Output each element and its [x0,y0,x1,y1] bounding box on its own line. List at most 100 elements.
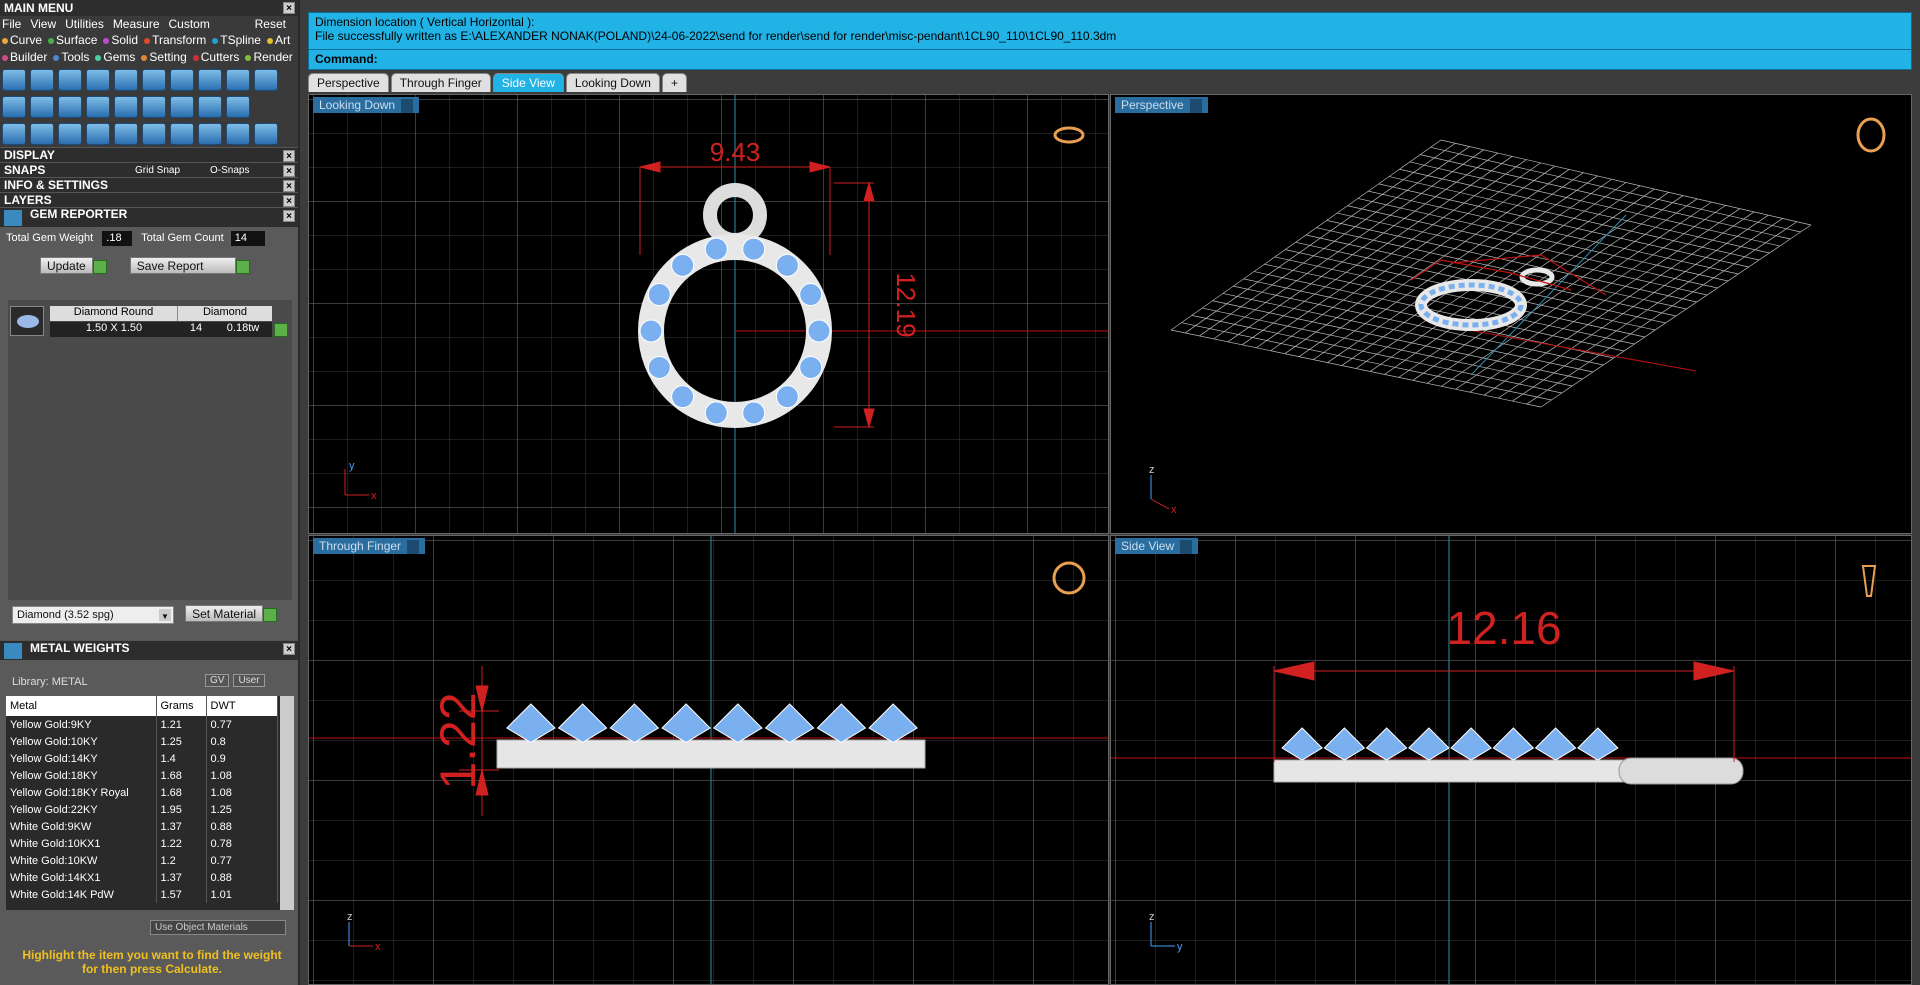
tool-icon[interactable] [114,96,138,118]
snaps-section[interactable]: SNAPS Grid Snap O-Snaps × [0,162,298,177]
tool-icon[interactable] [58,96,82,118]
tool-tab-tspline[interactable]: TSpline [212,32,261,49]
tool-icon[interactable] [226,96,250,118]
play-icon[interactable] [235,260,250,275]
update-button[interactable]: Update [40,257,93,274]
menu-utilities[interactable]: Utilities [65,16,104,32]
material-select[interactable]: Diamond (3.52 spg) ▼ [12,606,174,624]
tool-tab-surface[interactable]: Surface [48,32,97,49]
play-icon[interactable] [92,260,107,275]
viewport-perspective[interactable]: Perspective z x [1110,94,1912,534]
viewport-label[interactable]: Through Finger [313,538,426,554]
tool-tab-transform[interactable]: Transform [144,32,206,49]
info-settings-section[interactable]: INFO & SETTINGS × [0,177,298,192]
viewport-label[interactable]: Perspective [1115,97,1208,113]
display-section[interactable]: DISPLAY × [0,147,298,162]
add-tab-icon[interactable]: + [661,73,687,92]
table-row[interactable]: White Gold:9KW 1.37 0.88 [6,818,278,835]
tool-tab-render[interactable]: Render [245,49,293,66]
close-icon[interactable]: × [283,150,295,162]
tool-tab-gems[interactable]: Gems [95,49,135,66]
tool-icon[interactable] [30,96,54,118]
gem-row[interactable]: 1.50 X 1.50 14 0.18tw [50,322,272,337]
move-icon[interactable] [114,123,138,145]
table-row[interactable]: White Gold:10KX1 1.22 0.78 [6,835,278,852]
gv-toggle[interactable]: GV [205,674,230,687]
tool-icon[interactable] [170,69,194,91]
tool-icon[interactable] [86,123,110,145]
table-row[interactable]: Yellow Gold:10KY 1.25 0.8 [6,733,278,750]
col-grams[interactable]: Grams [156,696,207,716]
menu-custom[interactable]: Custom [169,16,210,32]
tool-icon[interactable] [198,69,222,91]
tool-tab-solid[interactable]: Solid [103,32,138,49]
table-row[interactable]: Yellow Gold:18KY 1.68 1.08 [6,767,278,784]
menu-file[interactable]: File [2,16,21,32]
close-icon[interactable]: × [283,165,295,177]
tool-icon[interactable] [170,96,194,118]
viewport-label[interactable]: Looking Down [313,97,420,113]
layers-section[interactable]: LAYERS × [0,192,298,207]
table-row[interactable]: Yellow Gold:9KY 1.21 0.77 [6,716,278,733]
tab-through-finger[interactable]: Through Finger [390,73,491,92]
col-metal[interactable]: Metal [6,696,157,716]
tab-side-view[interactable]: Side View [492,73,564,92]
reset-button[interactable]: Reset [255,16,286,32]
table-row[interactable]: Yellow Gold:18KY Royal 1.68 1.08 [6,784,278,801]
table-row[interactable]: White Gold:14K PdW 1.57 1.01 [6,886,278,903]
close-icon[interactable]: × [283,195,295,207]
tab-perspective[interactable]: Perspective [308,73,389,92]
menu-view[interactable]: View [30,16,56,32]
tool-icon[interactable] [142,69,166,91]
tool-icon[interactable] [142,123,166,145]
close-icon[interactable]: × [283,210,295,222]
use-object-materials-button[interactable]: Use Object Materials [150,920,286,935]
tool-icon[interactable] [114,69,138,91]
viewport-label[interactable]: Side View [1115,538,1199,554]
play-icon[interactable] [263,608,278,623]
save-report-button[interactable]: Save Report [129,257,236,274]
close-icon[interactable]: × [283,180,295,192]
tool-icon[interactable] [58,123,82,145]
command-input[interactable]: Command: [309,49,1911,67]
tool-tab-cutters[interactable]: Cutters [192,49,239,66]
tool-icon[interactable] [2,123,26,145]
table-row[interactable]: White Gold:10KW 1.2 0.77 [6,852,278,869]
tool-icon[interactable] [86,69,110,91]
set-material-button[interactable]: Set Material [185,605,264,622]
table-row[interactable]: White Gold:14KX1 1.37 0.88 [6,869,278,886]
user-toggle[interactable]: User [233,674,265,687]
close-icon[interactable]: × [283,2,295,14]
tool-icon[interactable] [226,123,250,145]
close-icon[interactable]: × [283,643,295,655]
tool-icon[interactable] [254,123,278,145]
tool-icon[interactable] [254,69,278,91]
tool-icon[interactable] [30,123,54,145]
metal-table-scrollbar[interactable] [280,696,294,910]
tool-icon[interactable] [198,123,222,145]
tool-icon[interactable] [2,69,26,91]
tool-tab-setting[interactable]: Setting [141,49,187,66]
tool-icon[interactable] [86,96,110,118]
table-row[interactable]: Yellow Gold:14KY 1.4 0.9 [6,750,278,767]
tool-icon[interactable] [142,96,166,118]
viewport-side-view[interactable]: Side View 12.16 z y [1110,535,1912,985]
col-dwt[interactable]: DWT [206,696,278,716]
tool-icon[interactable] [170,123,194,145]
tool-icon[interactable] [58,69,82,91]
tool-tab-curve[interactable]: Curve [2,32,42,49]
viewport-looking-down[interactable]: Looking Down 9.43 12.19 y x [308,94,1109,534]
tool-icon[interactable] [2,96,26,118]
tool-tab-builder[interactable]: Builder [2,49,47,66]
tab-looking-down[interactable]: Looking Down [565,73,660,92]
tool-tab-art[interactable]: Art [266,32,290,49]
tool-icon[interactable] [30,69,54,91]
tool-icon[interactable] [226,69,250,91]
grid-snap-toggle[interactable]: Grid Snap [135,163,180,178]
tool-tab-tools[interactable]: Tools [53,49,89,66]
viewport-through-finger[interactable]: Through Finger 1.22 z x [308,535,1109,985]
o-snaps-toggle[interactable]: O-Snaps [210,163,249,178]
table-row[interactable]: Yellow Gold:22KY 1.95 1.25 [6,801,278,818]
tool-icon[interactable] [198,96,222,118]
menu-measure[interactable]: Measure [113,16,160,32]
